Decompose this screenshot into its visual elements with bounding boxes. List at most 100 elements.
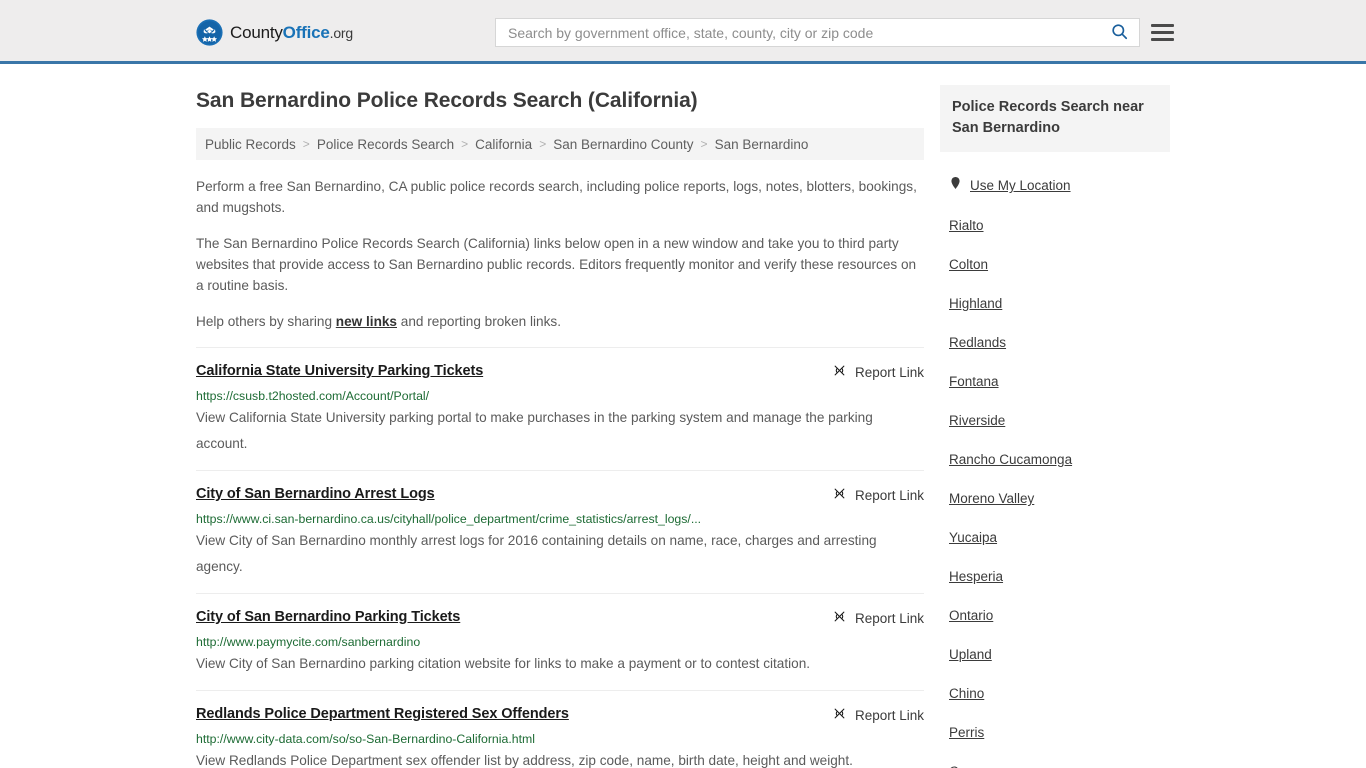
hamburger-menu-icon[interactable] [1151,20,1175,44]
list-item: Corona [949,763,1170,768]
nearby-city-link[interactable]: Highland [949,296,1002,311]
result-item: Redlands Police Department Registered Se… [196,690,924,768]
result-title-link[interactable]: Redlands Police Department Registered Se… [196,705,569,723]
sidebar: Police Records Search near San Bernardin… [940,64,1170,768]
breadcrumb-separator: > [302,137,310,151]
use-my-location-row[interactable]: Use My Location [949,175,1170,196]
result-title-link[interactable]: City of San Bernardino Parking Tickets [196,608,460,626]
page-body: San Bernardino Police Records Search (Ca… [0,64,1366,768]
new-links-link[interactable]: new links [336,314,397,329]
eagle-shield-logo-icon [196,19,223,46]
nearby-city-link[interactable]: Perris [949,725,984,740]
map-pin-icon [949,175,962,196]
breadcrumb-separator: > [700,137,708,151]
report-link-label: Report Link [854,364,924,380]
list-item: Perris [949,724,1170,742]
intro-3-text-before: Help others by sharing [196,314,336,329]
breadcrumb-item-2[interactable]: California [475,137,532,152]
result-title-link[interactable]: City of San Bernardino Arrest Logs [196,485,435,503]
result-description: View City of San Bernardino parking cita… [196,656,811,671]
broken-link-icon [832,486,847,504]
intro-paragraph-3: Help others by sharing new links and rep… [196,311,924,332]
list-item: Upland [949,646,1170,664]
result-item: City of San Bernardino Parking Tickets R… [196,593,924,690]
list-item: Rialto [949,217,1170,235]
breadcrumb-separator: > [461,137,469,151]
site-header: CountyOffice.org [0,0,1366,64]
intro-paragraph-2: The San Bernardino Police Records Search… [196,236,917,293]
result-header: City of San Bernardino Parking Tickets R… [196,608,924,627]
report-link-button[interactable]: Report Link [832,609,924,627]
report-link-button[interactable]: Report Link [832,706,924,724]
breadcrumb: Public Records > Police Records Search >… [196,128,924,160]
report-link-label: Report Link [854,610,924,626]
nearby-city-link[interactable]: Riverside [949,413,1005,428]
intro-paragraph-1: Perform a free San Bernardino, CA public… [196,179,917,215]
report-link-label: Report Link [854,707,924,723]
logo-text-county: County [230,22,283,42]
menu-bar-1 [1151,23,1174,27]
nearby-city-link[interactable]: Hesperia [949,569,1003,584]
menu-bar-3 [1151,37,1174,41]
result-url[interactable]: http://www.paymycite.com/sanbernardino [196,634,924,650]
list-item: Hesperia [949,568,1170,586]
result-header: California State University Parking Tick… [196,362,924,381]
list-item: Redlands [949,334,1170,352]
report-link-button[interactable]: Report Link [832,363,924,381]
result-header: City of San Bernardino Arrest Logs Repor… [196,485,924,504]
list-item: Highland [949,295,1170,313]
nearby-city-link[interactable]: Corona [949,764,993,768]
result-item: City of San Bernardino Arrest Logs Repor… [196,470,924,593]
broken-link-icon [832,609,847,627]
result-url[interactable]: https://csusb.t2hosted.com/Account/Porta… [196,388,924,404]
report-link-label: Report Link [854,487,924,503]
search-input[interactable] [496,19,1099,46]
result-description: View Redlands Police Department sex offe… [196,753,853,768]
list-item: Yucaipa [949,529,1170,547]
nearby-city-link[interactable]: Upland [949,647,992,662]
result-url[interactable]: https://www.ci.san-bernardino.ca.us/city… [196,511,924,527]
result-title-link[interactable]: California State University Parking Tick… [196,362,483,380]
nearby-city-link[interactable]: Moreno Valley [949,491,1034,506]
search-bar[interactable] [495,18,1140,47]
result-description: View City of San Bernardino monthly arre… [196,533,877,574]
site-logo-text: CountyOffice.org [230,23,353,43]
result-url[interactable]: http://www.city-data.com/so/so-San-Berna… [196,731,924,747]
main-content: San Bernardino Police Records Search (Ca… [196,64,924,768]
report-link-button[interactable]: Report Link [832,486,924,504]
site-logo[interactable]: CountyOffice.org [196,19,353,46]
breadcrumb-item-3[interactable]: San Bernardino County [553,137,693,152]
logo-text-office: Office [282,22,330,42]
page-title: San Bernardino Police Records Search (Ca… [196,89,698,112]
nearby-cities-list: Rialto Colton Highland Redlands Fontana … [940,217,1170,768]
breadcrumb-separator: > [539,137,547,151]
breadcrumb-item-4[interactable]: San Bernardino [715,137,809,152]
list-item: Rancho Cucamonga [949,451,1170,469]
result-item: California State University Parking Tick… [196,347,924,470]
result-header: Redlands Police Department Registered Se… [196,705,924,724]
nearby-city-link[interactable]: Yucaipa [949,530,997,545]
intro-3-text-after: and reporting broken links. [397,314,561,329]
nearby-city-link[interactable]: Rialto [949,218,984,233]
nearby-city-link[interactable]: Colton [949,257,988,272]
breadcrumb-item-0[interactable]: Public Records [205,137,296,152]
list-item: Fontana [949,373,1170,391]
nearby-city-link[interactable]: Redlands [949,335,1006,350]
use-my-location-link[interactable]: Use My Location [970,178,1071,193]
search-icon [1110,22,1129,44]
nearby-city-link[interactable]: Ontario [949,608,993,623]
menu-bar-2 [1151,30,1174,34]
result-description: View California State University parking… [196,410,873,451]
list-item: Chino [949,685,1170,703]
search-button[interactable] [1099,19,1139,46]
broken-link-icon [832,706,847,724]
list-item: Riverside [949,412,1170,430]
nearby-city-link[interactable]: Rancho Cucamonga [949,452,1072,467]
nearby-city-link[interactable]: Chino [949,686,984,701]
list-item: Moreno Valley [949,490,1170,508]
broken-link-icon [832,363,847,381]
list-item: Ontario [949,607,1170,625]
breadcrumb-item-1[interactable]: Police Records Search [317,137,454,152]
nearby-city-link[interactable]: Fontana [949,374,999,389]
list-item: Colton [949,256,1170,274]
